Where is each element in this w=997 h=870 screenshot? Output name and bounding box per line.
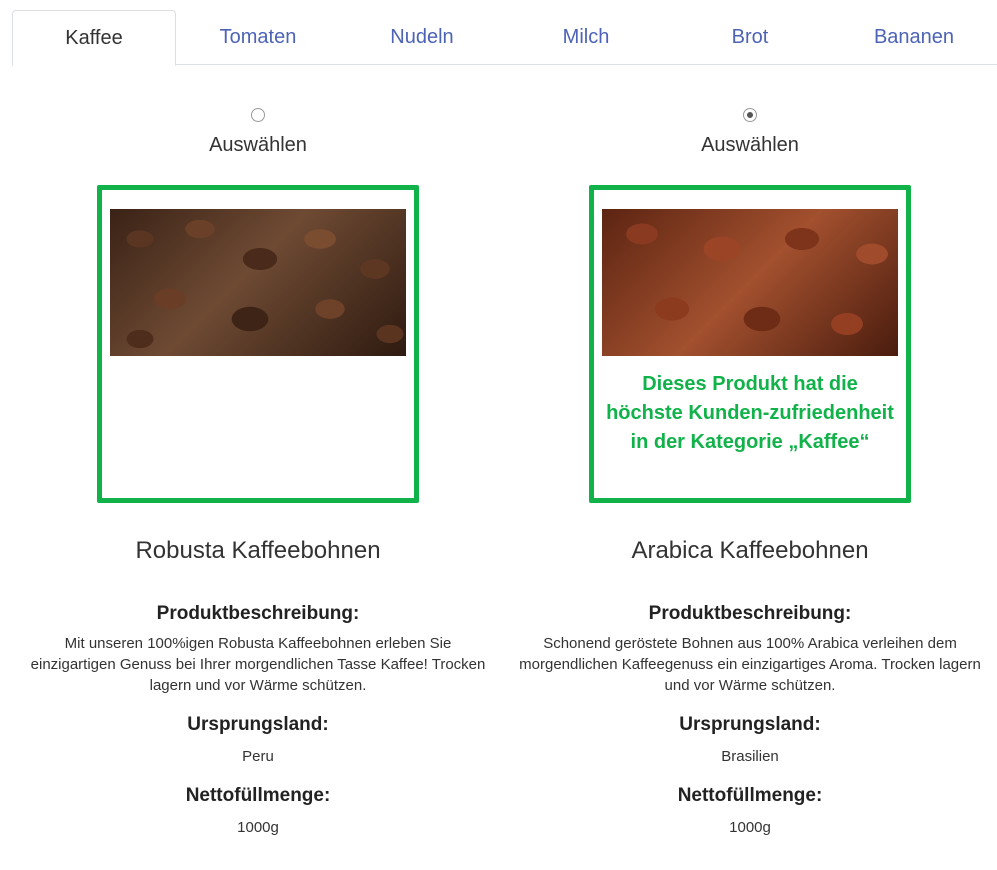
tab-nudeln[interactable]: Nudeln [340, 10, 504, 65]
product-card: Dieses Produkt hat die höchste Kunden-zu… [589, 185, 911, 503]
tab-bananen[interactable]: Bananen [832, 10, 996, 65]
select-label: Auswählen [209, 134, 307, 156]
net-quantity-value: 1000g [237, 819, 279, 836]
product-name: Arabica Kaffeebohnen [631, 537, 869, 564]
tab-milch[interactable]: Milch [504, 10, 668, 65]
origin-value: Brasilien [721, 748, 779, 765]
select-radio-robusta[interactable] [251, 108, 265, 122]
net-quantity-heading: Nettofüllmenge: [185, 785, 331, 806]
tab-tomaten[interactable]: Tomaten [176, 10, 340, 65]
product-column-robusta: Auswählen Robusta Kaffeebohnen Produktbe… [12, 96, 504, 836]
net-quantity-value: 1000g [729, 819, 771, 836]
origin-value: Peru [242, 748, 274, 765]
origin-heading: Ursprungsland: [187, 714, 329, 735]
description-heading: Produktbeschreibung: [156, 603, 360, 624]
net-quantity-heading: Nettofüllmenge: [677, 785, 823, 806]
product-description: Mit unseren 100%igen Robusta Kaffeebohne… [30, 635, 486, 694]
product-image [602, 209, 898, 356]
select-radio-arabica[interactable] [743, 108, 757, 122]
product-column-arabica: Auswählen Dieses Produkt hat die höchste… [504, 96, 996, 836]
product-name: Robusta Kaffeebohnen [135, 537, 381, 564]
origin-heading: Ursprungsland: [679, 714, 821, 735]
product-image [110, 209, 406, 356]
category-tabs: Kaffee Tomaten Nudeln Milch Brot Bananen [12, 10, 997, 66]
product-description: Schonend geröstete Bohnen aus 100% Arabi… [519, 635, 981, 694]
tab-kaffee[interactable]: Kaffee [12, 10, 176, 66]
description-heading: Produktbeschreibung: [648, 603, 852, 624]
customer-satisfaction-badge: Dieses Produkt hat die höchste Kunden-zu… [606, 373, 894, 453]
product-card [97, 185, 419, 503]
select-label: Auswählen [701, 134, 799, 156]
tab-brot[interactable]: Brot [668, 10, 832, 65]
